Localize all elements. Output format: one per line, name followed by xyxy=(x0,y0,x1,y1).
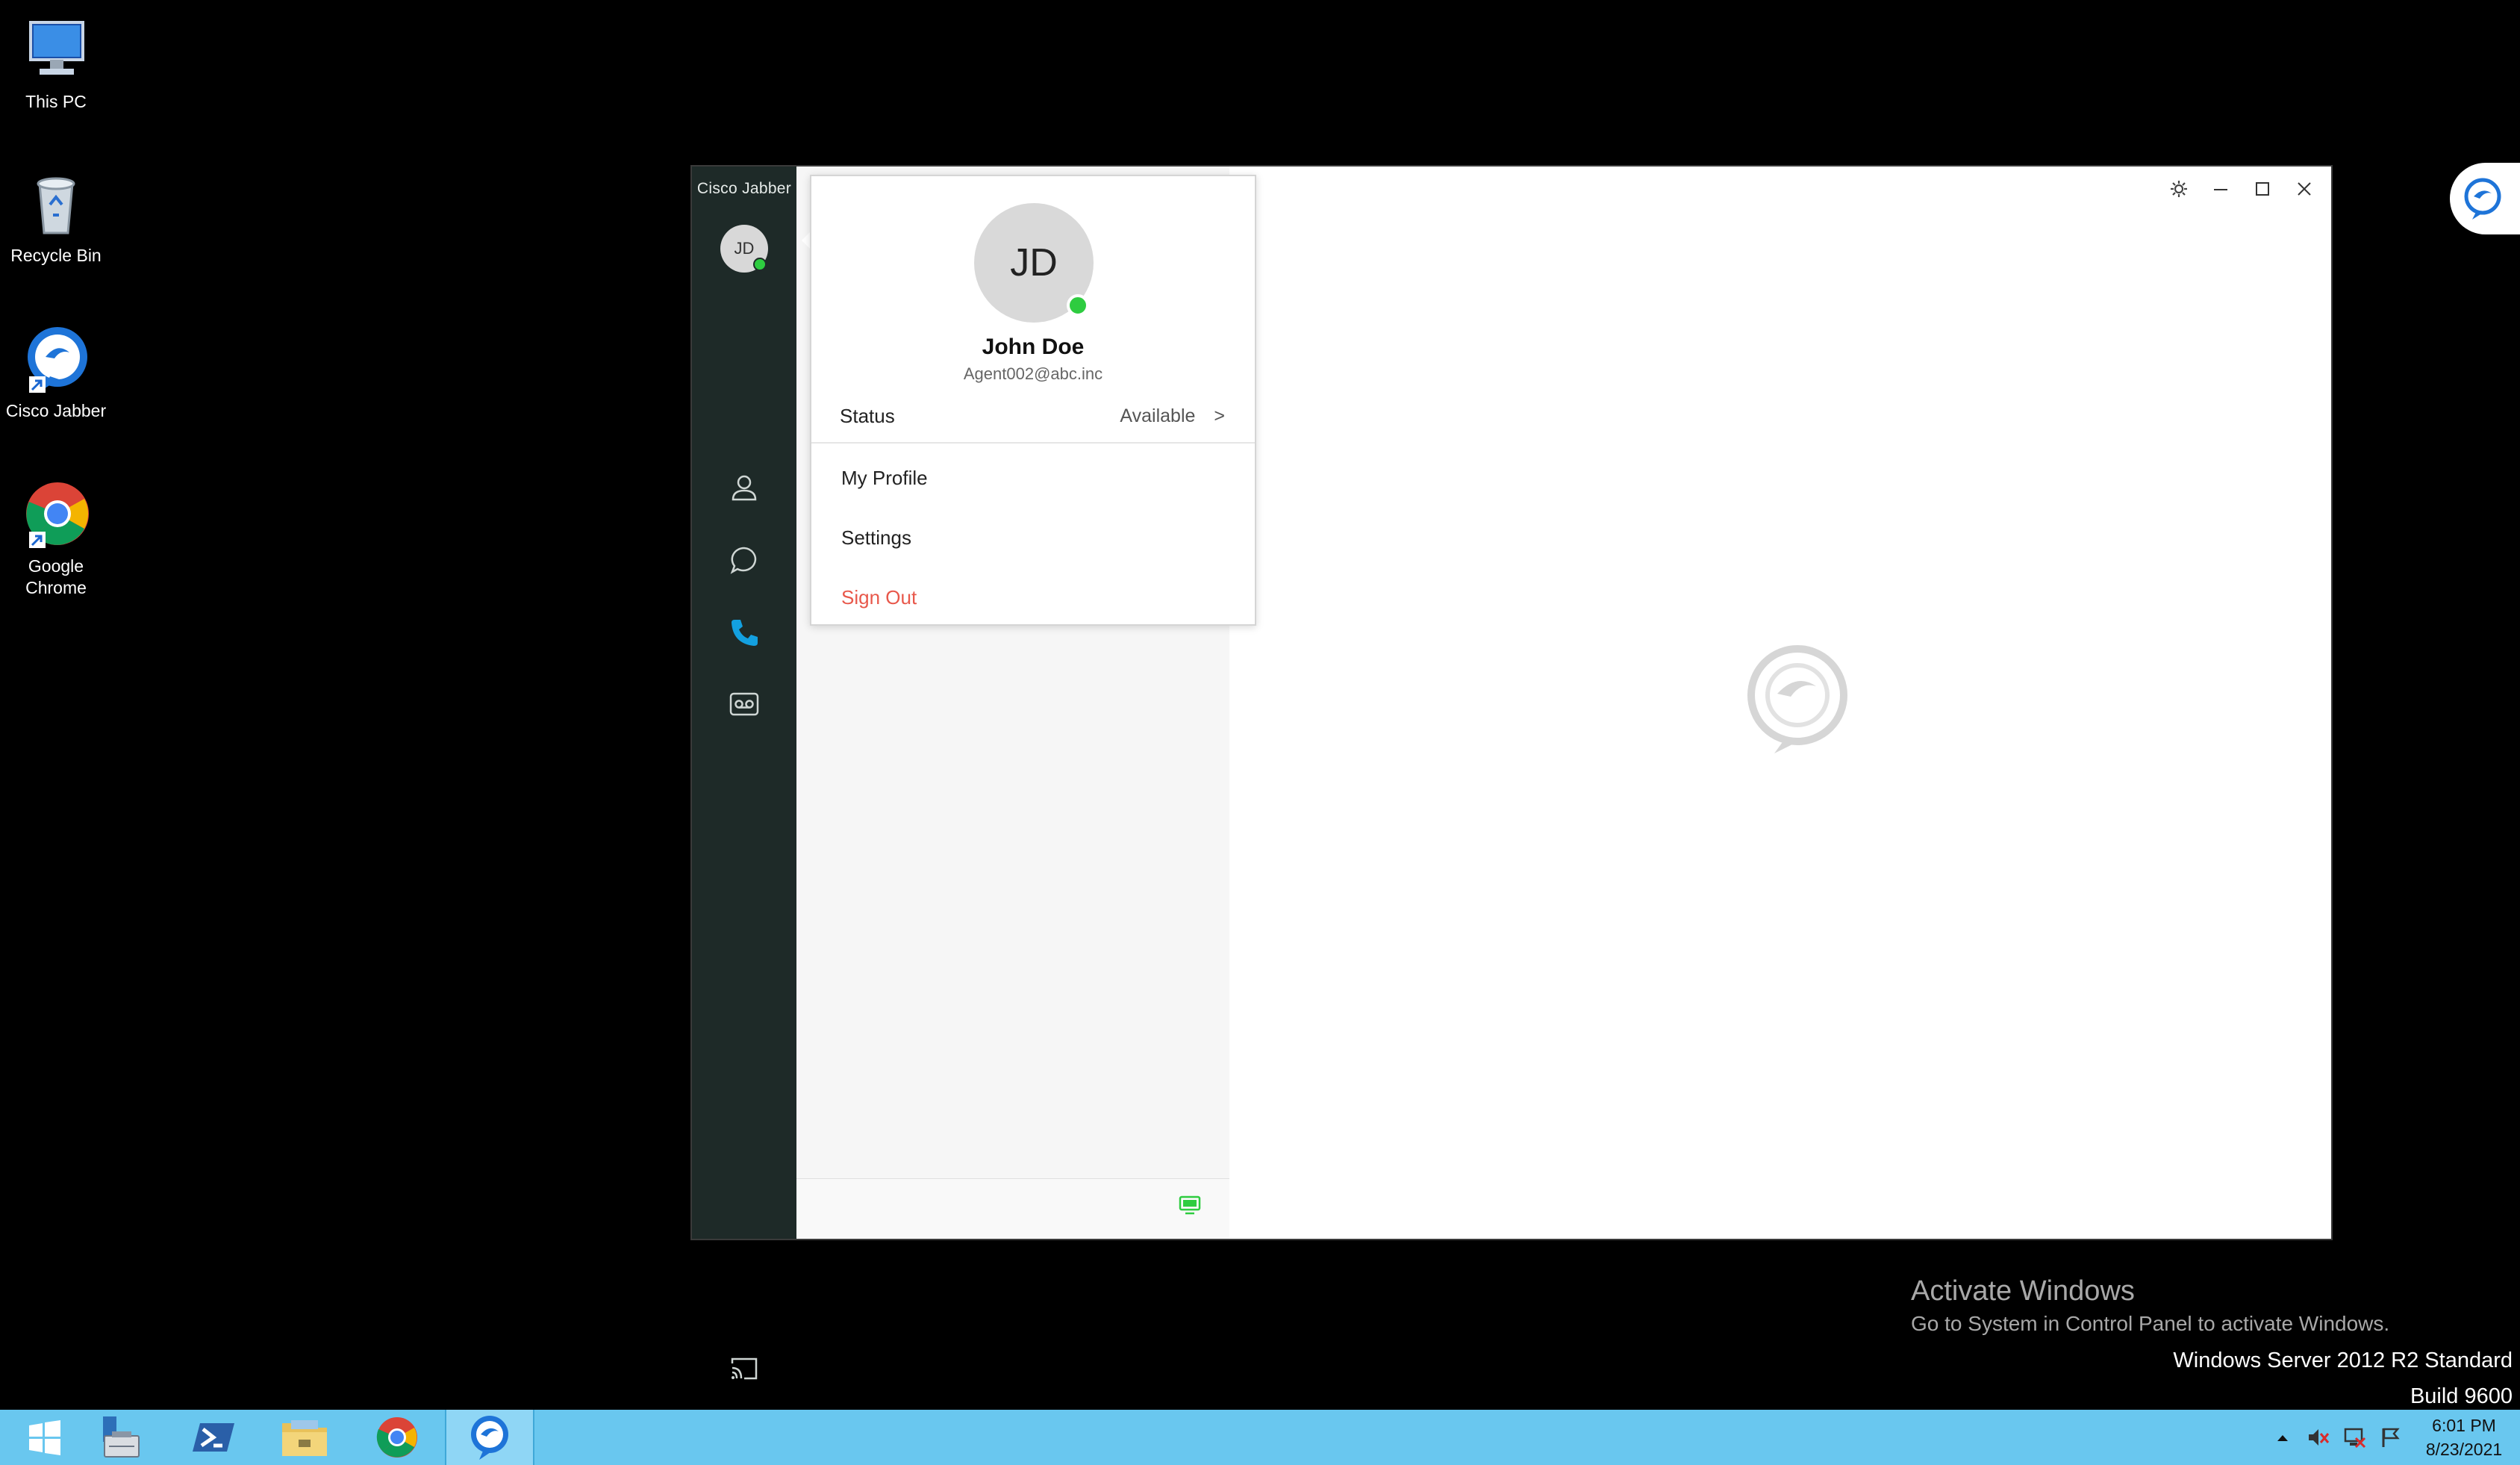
status-value: Available xyxy=(1120,405,1196,426)
status-menu-item[interactable]: Status Available > xyxy=(811,390,1255,444)
activate-windows-notice: Activate Windows Go to System in Control… xyxy=(1911,1275,2389,1336)
calls-icon xyxy=(732,620,758,646)
maximize-button[interactable] xyxy=(2251,177,2274,201)
profile-initials: JD xyxy=(1010,241,1058,284)
network-icon xyxy=(2344,1428,2366,1449)
nav-voicemail-button[interactable] xyxy=(718,682,770,727)
desktop-icon-label: Recycle Bin xyxy=(10,246,102,265)
system-tray: 6:01 PM 8/23/2021 xyxy=(2265,1410,2520,1465)
desktop-icon-recycle-bin[interactable]: Recycle Bin xyxy=(0,169,112,267)
chrome-icon xyxy=(376,1417,417,1458)
taskbar-file-explorer[interactable] xyxy=(260,1410,349,1465)
profile-menu: JD John Doe Agent002@abc.inc Status Avai… xyxy=(810,175,1256,626)
volume-muted-icon xyxy=(2309,1429,2330,1446)
desktop-icon-label: Cisco Jabber xyxy=(5,401,107,420)
chevron-right-icon: > xyxy=(1214,405,1225,426)
desk-phone-status-button[interactable] xyxy=(1179,1195,1201,1219)
desktop-icon-cisco-jabber[interactable]: Cisco Jabber xyxy=(0,324,112,422)
cast-icon xyxy=(731,1357,758,1380)
cisco-jabber-icon xyxy=(20,324,92,396)
close-icon xyxy=(2298,182,2311,196)
nav-calls-button[interactable] xyxy=(718,610,770,655)
gear-icon xyxy=(2171,181,2187,197)
server-manager-icon xyxy=(103,1416,140,1458)
taskbar-powershell[interactable] xyxy=(169,1410,258,1465)
window-controls xyxy=(2167,177,2316,201)
taskbar-server-manager[interactable] xyxy=(76,1410,166,1465)
start-icon xyxy=(29,1420,60,1455)
desktop-icon-this-pc[interactable]: This PC xyxy=(0,15,112,113)
tray-network[interactable] xyxy=(2336,1410,2372,1465)
clock-date: 8/23/2021 xyxy=(2425,1440,2503,1459)
presence-indicator xyxy=(753,258,767,271)
maximize-icon xyxy=(2256,182,2269,196)
jabber-floating-button[interactable] xyxy=(2450,163,2520,234)
sign-out-menu-item[interactable]: Sign Out xyxy=(811,570,1255,624)
nav-rail: Cisco Jabber JD xyxy=(692,167,796,1380)
profile-name: John Doe xyxy=(982,335,1085,359)
this-pc-icon xyxy=(20,15,92,87)
taskbar: 6:01 PM 8/23/2021 xyxy=(0,1410,2520,1465)
chevron-up-icon xyxy=(2277,1435,2288,1441)
flag-icon xyxy=(2382,1428,2400,1447)
os-version-info: Windows Server 2012 R2 Standard Build 96… xyxy=(2173,1343,2513,1414)
avatar-initials: JD xyxy=(734,239,755,258)
desktop-icon-label: Google Chrome xyxy=(25,556,87,597)
monitor-icon xyxy=(1179,1195,1201,1215)
chrome-icon xyxy=(20,479,92,551)
my-profile-menu-item[interactable]: My Profile xyxy=(811,451,1255,505)
desktop: This PC Recycle Bin Cisco Jabber Google … xyxy=(0,0,2520,1465)
settings-menu-item[interactable]: Settings xyxy=(811,511,1255,564)
app-title: Cisco Jabber xyxy=(696,180,792,197)
minimize-button[interactable] xyxy=(2209,177,2233,201)
profile-avatar: JD xyxy=(974,203,1094,323)
desktop-icon-label: This PC xyxy=(25,92,87,111)
voicemail-icon xyxy=(729,692,759,716)
cisco-jabber-icon xyxy=(2464,178,2501,220)
taskbar-clock[interactable]: 6:01 PM 8/23/2021 xyxy=(2408,1413,2520,1461)
cisco-jabber-icon xyxy=(471,1416,508,1460)
status-value-group: Available > xyxy=(1120,405,1225,427)
minimize-icon xyxy=(2214,189,2227,190)
tray-action-center[interactable] xyxy=(2372,1410,2408,1465)
clock-time: 6:01 PM xyxy=(2432,1416,2496,1435)
status-label: Status xyxy=(840,404,895,427)
chats-icon xyxy=(730,547,757,574)
os-build: Build 9600 xyxy=(2410,1384,2513,1408)
settings-button[interactable] xyxy=(2167,177,2191,201)
powershell-icon xyxy=(193,1423,234,1452)
file-explorer-icon xyxy=(282,1420,327,1456)
jabber-watermark-icon xyxy=(1741,644,1853,760)
profile-email: Agent002@abc.inc xyxy=(963,364,1103,383)
contacts-icon xyxy=(732,475,757,501)
os-edition: Windows Server 2012 R2 Standard xyxy=(2173,1349,2513,1372)
presence-indicator xyxy=(1067,294,1089,317)
list-panel-footer xyxy=(796,1178,1229,1239)
content-area xyxy=(1229,167,2331,1239)
nav-chats-button[interactable] xyxy=(718,538,770,582)
nav-contacts-button[interactable] xyxy=(718,465,770,510)
nav-cast-button[interactable] xyxy=(718,1346,770,1391)
tray-volume[interactable] xyxy=(2301,1410,2336,1465)
recycle-bin-icon xyxy=(20,169,92,240)
activate-title: Activate Windows xyxy=(1911,1275,2135,1307)
close-button[interactable] xyxy=(2292,177,2316,201)
show-hidden-icons-button[interactable] xyxy=(2265,1410,2301,1465)
desktop-icon-google-chrome[interactable]: Google Chrome xyxy=(0,479,112,599)
activate-subtitle: Go to System in Control Panel to activat… xyxy=(1911,1312,2390,1335)
taskbar-chrome[interactable] xyxy=(352,1410,442,1465)
taskbar-cisco-jabber[interactable] xyxy=(445,1410,534,1465)
user-avatar-button[interactable]: JD xyxy=(720,225,768,273)
